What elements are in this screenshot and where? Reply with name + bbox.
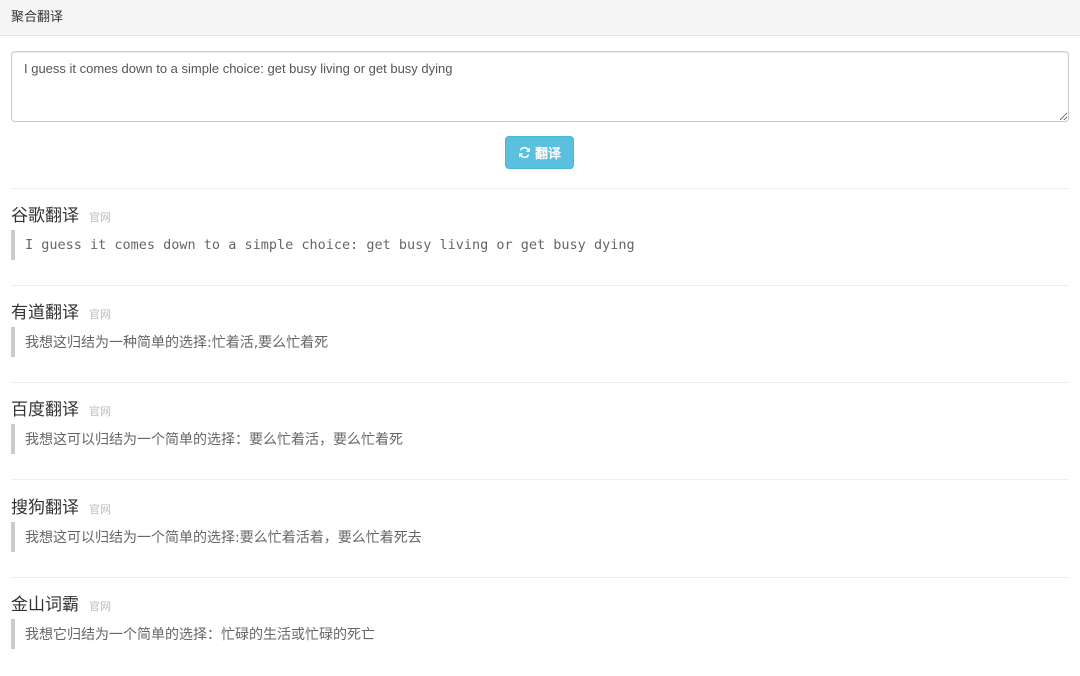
app-title: 聚合翻译 — [11, 10, 64, 25]
translation-text: 我想它归结为一个简单的选择：忙碌的生活或忙碌的死亡 — [11, 619, 1069, 649]
engine-name: 有道翻译 — [11, 303, 79, 323]
official-site-link[interactable]: 官网 — [89, 598, 111, 614]
official-site-link[interactable]: 官网 — [89, 501, 111, 517]
engine-name: 谷歌翻译 — [11, 206, 79, 226]
translate-button[interactable]: 翻译 — [505, 136, 574, 169]
divider — [11, 382, 1069, 383]
translate-button-label: 翻译 — [534, 146, 561, 161]
translation-text: I guess it comes down to a simple choice… — [11, 230, 1069, 260]
translation-text: 我想这归结为一种简单的选择:忙着活,要么忙着死 — [11, 327, 1069, 357]
engine-name: 搜狗翻译 — [11, 498, 79, 518]
source-text-input[interactable]: I guess it comes down to a simple choice… — [11, 51, 1069, 122]
refresh-icon — [519, 146, 530, 159]
translation-text: 我想这可以归结为一个简单的选择：要么忙着活，要么忙着死 — [11, 424, 1069, 454]
official-site-link[interactable]: 官网 — [89, 306, 111, 322]
divider — [11, 188, 1069, 189]
official-site-link[interactable]: 官网 — [89, 403, 111, 419]
translation-text: 我想这可以归结为一个简单的选择:要么忙着活着，要么忙着死去 — [11, 522, 1069, 552]
engine-name: 百度翻译 — [11, 400, 79, 420]
divider — [11, 577, 1069, 578]
divider — [11, 479, 1069, 480]
top-bar: 聚合翻译 — [0, 0, 1080, 36]
divider — [11, 285, 1069, 286]
engine-name: 金山词霸 — [11, 595, 79, 615]
official-site-link[interactable]: 官网 — [89, 209, 111, 225]
